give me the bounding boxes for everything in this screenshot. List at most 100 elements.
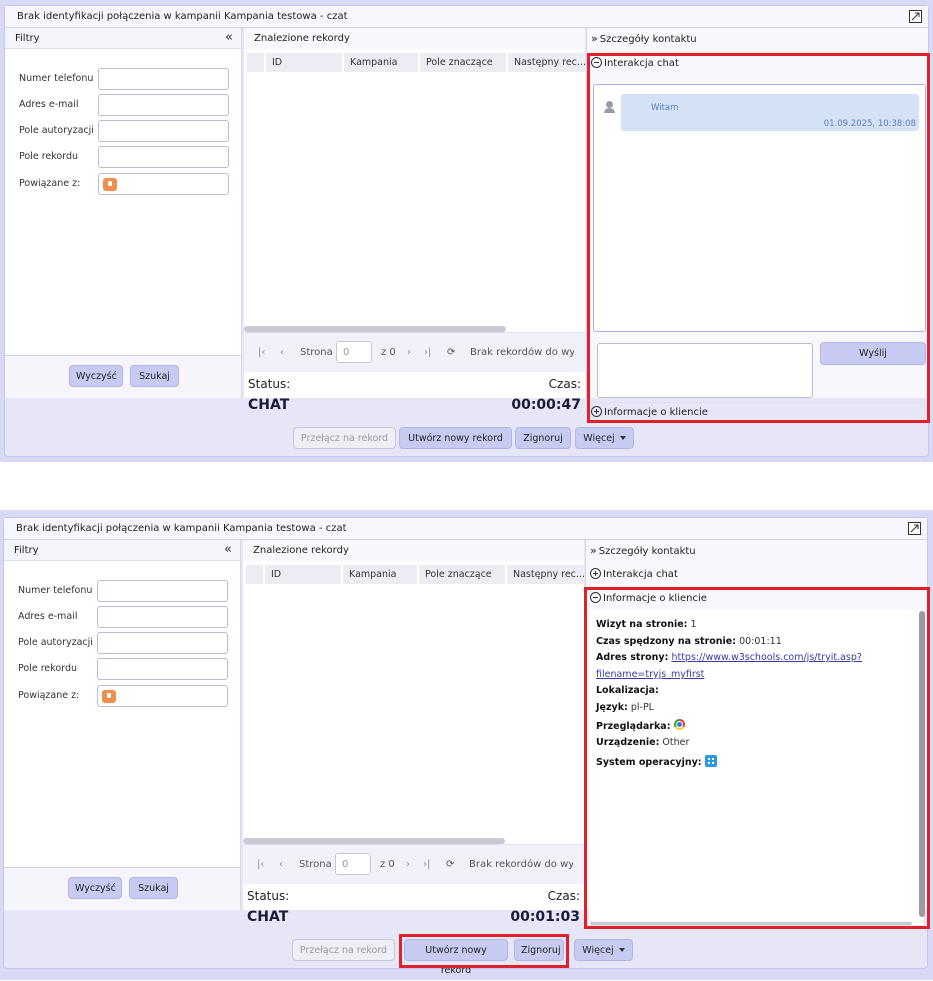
results-panel: Znalezione rekordy ID Kampania Pole znac…	[244, 28, 585, 413]
email-input[interactable]	[98, 94, 229, 116]
auth-field-input[interactable]	[98, 120, 229, 142]
page-number-input[interactable]	[335, 853, 371, 875]
empty-results-text: Brak rekordów do wyświetlenia	[469, 859, 573, 870]
column-campaign[interactable]: Kampania	[343, 565, 417, 584]
ignore-button[interactable]: Zignoruj	[515, 427, 571, 449]
prev-page-icon[interactable]: ‹	[280, 347, 284, 358]
column-next-record[interactable]: Następny rec...	[508, 53, 585, 72]
associated-label: Powiązane z:	[19, 178, 81, 189]
auth-field-label: Pole autoryzacji	[19, 125, 94, 136]
location-label: Lokalizacja:	[596, 685, 659, 696]
device-value: Other	[662, 737, 690, 748]
collapse-left-icon[interactable]: «	[225, 31, 233, 44]
row-select-column	[246, 565, 263, 584]
filter-row-phone: Numer telefonu	[4, 580, 240, 602]
contact-details-header[interactable]: » Szczegóły kontaktu	[591, 29, 924, 49]
chat-message-input[interactable]	[597, 343, 813, 398]
contact-details-panel: » Szczegóły kontaktu Interakcja chat Wita…	[586, 28, 928, 418]
vertical-scrollbar[interactable]	[919, 611, 925, 917]
refresh-icon[interactable]: ⟳	[446, 859, 454, 870]
refresh-icon[interactable]: ⟳	[447, 347, 455, 358]
next-page-icon[interactable]: ›	[407, 347, 411, 358]
time-label: Czas:	[548, 377, 581, 391]
clear-button[interactable]: Wyczyść	[68, 877, 122, 899]
page-count: z 0	[380, 859, 395, 870]
record-field-input[interactable]	[97, 658, 228, 680]
create-record-button[interactable]: Utwórz nowy rekord	[404, 939, 508, 976]
switch-to-record-button[interactable]: Przełącz na rekord	[292, 939, 395, 961]
contact-details-header[interactable]: » Szczegóły kontaktu	[590, 541, 923, 561]
column-id[interactable]: ID	[266, 53, 342, 72]
next-page-icon[interactable]: ›	[406, 859, 410, 870]
page-url-link[interactable]: https://www.w3schools.com/js/tryit.asp?	[671, 652, 862, 663]
associated-type-icon	[103, 178, 117, 191]
create-record-button[interactable]: Utwórz nowy rekord	[399, 427, 512, 449]
filters-header: Filtry «	[4, 540, 240, 561]
phone-input[interactable]	[97, 580, 228, 602]
expand-icon[interactable]	[908, 522, 921, 535]
language-value: pl-PL	[630, 702, 654, 713]
last-page-icon[interactable]: ›|	[424, 347, 431, 358]
first-page-icon[interactable]: |‹	[257, 859, 264, 870]
filter-row-record: Pole rekordu	[5, 146, 241, 168]
results-panel: Znalezione rekordy ID Kampania Pole znac…	[243, 540, 584, 925]
associated-type-icon	[102, 690, 116, 703]
page-number-input[interactable]	[336, 341, 372, 363]
first-page-icon[interactable]: |‹	[258, 347, 265, 358]
associated-select[interactable]	[97, 685, 228, 707]
window-title: Brak identyfikacji połączenia w kampanii…	[16, 523, 347, 534]
ignore-button[interactable]: Zignoruj	[514, 939, 564, 961]
filters-title: Filtry	[15, 33, 40, 44]
filters-title: Filtry	[14, 545, 39, 556]
associated-select[interactable]	[98, 173, 229, 195]
client-info-header[interactable]: Informacje o kliencie	[590, 588, 923, 608]
results-grid-header: ID Kampania Pole znaczące Następny rec..…	[247, 53, 585, 72]
filters-panel: Filtry « Numer telefonu Adres e-mail Pol…	[4, 540, 241, 910]
os-label: System operacyjny:	[596, 757, 702, 768]
column-campaign[interactable]: Kampania	[344, 53, 418, 72]
chat-history[interactable]: Witam 01.09.2025, 10:38:08	[593, 84, 926, 332]
empty-results-text: Brak rekordów do wyświetlenia	[470, 347, 574, 358]
associated-label: Powiązane z:	[18, 690, 80, 701]
last-page-icon[interactable]: ›|	[423, 859, 430, 870]
column-significant-field[interactable]: Pole znaczące	[419, 565, 505, 584]
more-label: Więcej	[583, 433, 615, 444]
column-id[interactable]: ID	[265, 565, 341, 584]
search-button[interactable]: Szukaj	[130, 365, 179, 387]
filter-row-email: Adres e-mail	[5, 94, 241, 116]
email-input[interactable]	[97, 606, 228, 628]
prev-page-icon[interactable]: ‹	[279, 859, 283, 870]
chevron-down-icon	[619, 436, 626, 440]
auth-field-label: Pole autoryzacji	[18, 637, 93, 648]
phone-label: Numer telefonu	[18, 585, 93, 596]
chat-section-header[interactable]: Interakcja chat	[590, 565, 923, 585]
action-bar: Przełącz na rekord Utwórz nowy rekord Zi…	[5, 400, 928, 449]
record-field-input[interactable]	[98, 146, 229, 168]
page-url-label: Adres strony:	[596, 652, 669, 663]
window-title: Brak identyfikacji połączenia w kampanii…	[17, 11, 348, 22]
time-on-site-label: Czas spędzony na stronie:	[596, 636, 737, 647]
page-url-link-cont[interactable]: filename=tryjs_myfirst	[596, 669, 704, 680]
auth-field-input[interactable]	[97, 632, 228, 654]
column-significant-field[interactable]: Pole znaczące	[420, 53, 506, 72]
status-label: Status:	[248, 377, 291, 391]
column-next-record[interactable]: Następny rec...	[507, 565, 584, 584]
search-button[interactable]: Szukaj	[129, 877, 178, 899]
filter-row-associated: Powiązane z:	[5, 173, 241, 195]
filters-footer: Wyczyść Szukaj	[5, 355, 241, 398]
chat-section-title: Interakcja chat	[604, 58, 679, 69]
row-select-column	[247, 53, 264, 72]
collapse-left-icon[interactable]: «	[224, 543, 232, 556]
phone-input[interactable]	[98, 68, 229, 90]
device-row: Urządzenie: Other	[596, 737, 689, 748]
switch-to-record-button[interactable]: Przełącz na rekord	[293, 427, 396, 449]
more-button[interactable]: Więcej	[575, 427, 634, 449]
send-button[interactable]: Wyślij	[820, 342, 926, 365]
expand-icon[interactable]	[909, 10, 922, 23]
page-url-row: Adres strony: https://www.w3schools.com/…	[596, 652, 862, 663]
status-label: Status:	[247, 889, 290, 903]
more-button[interactable]: Więcej	[574, 939, 633, 961]
clear-button[interactable]: Wyczyść	[69, 365, 123, 387]
collapse-section-icon	[590, 592, 601, 603]
chat-section-header[interactable]: Interakcja chat	[591, 54, 924, 74]
